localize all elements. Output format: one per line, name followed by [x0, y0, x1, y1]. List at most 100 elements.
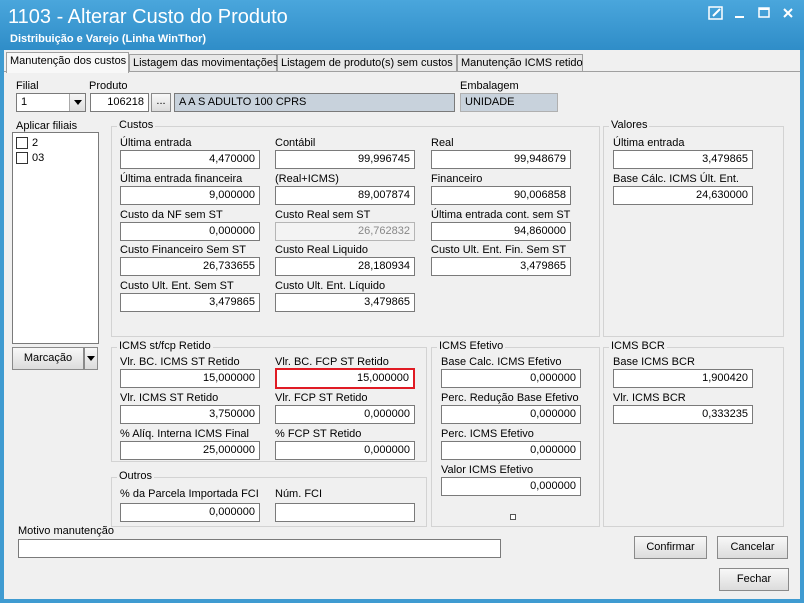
produto-description-field: A A S ADULTO 100 CPRS	[174, 93, 455, 112]
num-fci-field[interactable]	[275, 503, 415, 522]
outros-group: Outros % da Parcela Importada FCI 0,0000…	[111, 470, 427, 527]
custo-nf-sem-st-label: Custo da NF sem ST	[120, 209, 223, 221]
perc-reducao-field[interactable]: 0,000000	[441, 405, 581, 424]
ultima-entrada-financeira-label: Última entrada financeira	[120, 173, 243, 185]
num-fci-label: Núm. FCI	[275, 488, 323, 500]
filial-combo[interactable]: 1	[16, 93, 86, 112]
aliq-interna-field[interactable]: 25,000000	[120, 441, 260, 460]
motivo-label: Motivo manutenção	[18, 525, 114, 537]
ultima-entrada-label: Última entrada	[120, 137, 192, 149]
base-calc-icms-field[interactable]: 24,630000	[613, 186, 753, 205]
icms-bcr-group: ICMS BCR Base ICMS BCR 1,900420 Vlr. ICM…	[603, 340, 784, 527]
vlr-icms-st-field[interactable]: 3,750000	[120, 405, 260, 424]
outros-title: Outros	[117, 470, 155, 482]
custo-financeiro-sem-st-label: Custo Financeiro Sem ST	[120, 244, 246, 256]
marcacao-dropdown-button[interactable]	[84, 347, 98, 370]
ultima-entrada-cont-sem-st-label: Última entrada cont. sem ST	[431, 209, 571, 221]
valor-icms-efetivo-label: Valor ICMS Efetivo	[441, 464, 534, 476]
fechar-button[interactable]: Fechar	[719, 568, 789, 591]
contabil-label: Contábil	[275, 137, 316, 149]
filial-2-checkbox[interactable]	[16, 137, 28, 149]
embalagem-label: Embalagem	[460, 80, 519, 92]
motivo-field[interactable]	[18, 539, 501, 558]
embalagem-field: UNIDADE	[460, 93, 558, 112]
custo-ult-ent-sem-st-label: Custo Ult. Ent. Sem ST	[120, 280, 234, 292]
perc-icms-efetivo-field[interactable]: 0,000000	[441, 441, 581, 460]
icms-bcr-title: ICMS BCR	[609, 340, 667, 352]
custo-real-liquido-field[interactable]: 28,180934	[275, 257, 415, 276]
maximize-icon[interactable]	[755, 6, 773, 22]
perc-icms-efetivo-label: Perc. ICMS Efetivo	[441, 428, 534, 440]
icms-st-title: ICMS st/fcp Retido	[117, 340, 213, 352]
base-calc-efetivo-field[interactable]: 0,000000	[441, 369, 581, 388]
vlr-icms-bcr-field[interactable]: 0,333235	[613, 405, 753, 424]
custo-real-sem-st-field: 26,762832	[275, 222, 415, 241]
base-icms-bcr-field[interactable]: 1,900420	[613, 369, 753, 388]
chevron-down-icon[interactable]	[69, 94, 85, 111]
app-window: 1103 - Alterar Custo do Produto Distribu…	[0, 0, 804, 603]
custo-ult-ent-fin-sem-st-label: Custo Ult. Ent. Fin. Sem ST	[431, 244, 567, 256]
close-icon[interactable]	[779, 6, 797, 22]
ultima-entrada-cont-sem-st-field[interactable]: 94,860000	[431, 222, 571, 241]
real-label: Real	[431, 137, 454, 149]
custo-nf-sem-st-field[interactable]: 0,000000	[120, 222, 260, 241]
fcp-st-label: % FCP ST Retido	[275, 428, 362, 440]
financeiro-label: Financeiro	[431, 173, 483, 185]
custo-ult-ent-liquido-label: Custo Ult. Ent. Líquido	[275, 280, 386, 292]
aplicar-filiais-label: Aplicar filiais	[16, 120, 78, 132]
produto-label: Produto	[89, 80, 128, 92]
vlr-icms-bcr-label: Vlr. ICMS BCR	[613, 392, 686, 404]
custo-ult-ent-liquido-field[interactable]: 3,479865	[275, 293, 415, 312]
marcacao-button[interactable]: Marcação	[12, 347, 84, 370]
valor-icms-efetivo-field[interactable]: 0,000000	[441, 477, 581, 496]
custos-group: Custos Última entrada 4,470000 Contábil …	[111, 119, 600, 337]
contabil-field[interactable]: 99,996745	[275, 150, 415, 169]
real-icms-field[interactable]: 89,007874	[275, 186, 415, 205]
valores-ultima-entrada-label: Última entrada	[613, 137, 685, 149]
valores-title: Valores	[609, 119, 650, 131]
cancelar-button[interactable]: Cancelar	[717, 536, 788, 559]
base-icms-bcr-label: Base ICMS BCR	[613, 356, 695, 368]
financeiro-field[interactable]: 90,006858	[431, 186, 571, 205]
filial-label: Filial	[16, 80, 39, 92]
filial-03-label: 03	[32, 152, 45, 164]
vlr-fcp-st-field[interactable]: 0,000000	[275, 405, 415, 424]
icms-efetivo-title: ICMS Efetivo	[437, 340, 506, 352]
browse-produto-button[interactable]: ...	[151, 93, 171, 112]
tab-icms-retido[interactable]: Manutenção ICMS retido	[457, 54, 583, 72]
valores-ultima-entrada-field[interactable]: 3,479865	[613, 150, 753, 169]
perc-fci-field[interactable]: 0,000000	[120, 503, 260, 522]
window-subtitle: Distribuição e Varejo (Linha WinThor)	[10, 33, 207, 45]
tab-manutencao-custos[interactable]: Manutenção dos custos	[6, 52, 129, 73]
perc-reducao-label: Perc. Redução Base Efetivo	[441, 392, 579, 404]
ultima-entrada-financeira-field[interactable]: 9,000000	[120, 186, 260, 205]
custo-real-sem-st-label: Custo Real sem ST	[275, 209, 371, 221]
chevron-down-icon	[87, 356, 95, 361]
vlr-bc-fcp-st-field[interactable]: 15,000000	[275, 368, 415, 389]
custo-financeiro-sem-st-field[interactable]: 26,733655	[120, 257, 260, 276]
custo-real-liquido-label: Custo Real Liquido	[275, 244, 368, 256]
base-calc-efetivo-label: Base Calc. ICMS Efetivo	[441, 356, 562, 368]
custo-ult-ent-sem-st-field[interactable]: 3,479865	[120, 293, 260, 312]
tab-produtos-sem-custos[interactable]: Listagem de produto(s) sem custos	[277, 54, 457, 72]
tab-page-manutencao: Filial 1 Produto 106218 ... A A S ADULTO…	[4, 71, 800, 567]
filial-03-checkbox[interactable]	[16, 152, 28, 164]
icms-efetivo-group: ICMS Efetivo Base Calc. ICMS Efetivo 0,0…	[431, 340, 600, 527]
real-field[interactable]: 99,948679	[431, 150, 571, 169]
minimize-icon[interactable]	[731, 6, 749, 22]
perc-fci-label: % da Parcela Importada FCI	[120, 488, 259, 500]
vlr-bc-icms-st-field[interactable]: 15,000000	[120, 369, 260, 388]
edit-window-icon[interactable]	[707, 6, 725, 22]
filial-2-label: 2	[32, 137, 39, 149]
confirmar-button[interactable]: Confirmar	[634, 536, 707, 559]
vlr-bc-icms-st-label: Vlr. BC. ICMS ST Retido	[120, 356, 240, 368]
vlr-icms-st-label: Vlr. ICMS ST Retido	[120, 392, 219, 404]
icms-st-group: ICMS st/fcp Retido Vlr. BC. ICMS ST Reti…	[111, 340, 427, 462]
custos-title: Custos	[117, 119, 156, 131]
produto-code-field[interactable]: 106218	[90, 93, 149, 112]
ultima-entrada-field[interactable]: 4,470000	[120, 150, 260, 169]
fcp-st-field[interactable]: 0,000000	[275, 441, 415, 460]
title-bar: 1103 - Alterar Custo do Produto Distribu…	[0, 0, 804, 50]
tab-listagem-movimentacoes[interactable]: Listagem das movimentações	[129, 54, 279, 72]
custo-ult-ent-fin-sem-st-field[interactable]: 3,479865	[431, 257, 571, 276]
